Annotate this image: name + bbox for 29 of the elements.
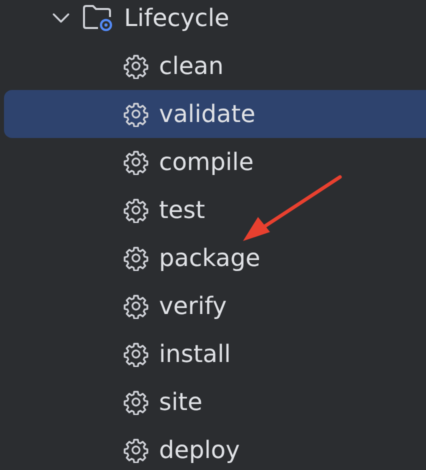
tree-item[interactable]: clean: [4, 42, 426, 90]
tree-item-label: site: [159, 388, 202, 416]
gear-icon: [123, 197, 149, 223]
gear-icon: [123, 149, 149, 175]
tree-item[interactable]: verify: [4, 282, 426, 330]
tree-item-label: clean: [159, 52, 224, 80]
gear-icon: [123, 53, 149, 79]
tree-item[interactable]: site: [4, 378, 426, 426]
folder-icon: [82, 3, 114, 33]
gear-icon: [123, 341, 149, 367]
tree-item-label: validate: [159, 100, 256, 128]
gear-icon: [123, 293, 149, 319]
tree-item-label[interactable]: Lifecycle: [124, 4, 230, 32]
tree-item-label: install: [159, 340, 231, 368]
gear-icon: [123, 389, 149, 415]
tree-item[interactable]: package: [4, 234, 426, 282]
tree-item[interactable]: install: [4, 330, 426, 378]
tree-item[interactable]: deploy: [4, 426, 426, 470]
gear-icon: [123, 245, 149, 271]
tree-item-label: compile: [159, 148, 254, 176]
tree-item[interactable]: test: [4, 186, 426, 234]
tree-item-label: test: [159, 196, 206, 224]
gear-icon: [123, 437, 149, 463]
tree-item-label: deploy: [159, 436, 240, 464]
tree-item[interactable]: validate: [4, 90, 426, 138]
tree-item[interactable]: compile: [4, 138, 426, 186]
tree-item-label: verify: [159, 292, 227, 320]
tree-item-label: package: [159, 244, 260, 272]
gear-icon: [123, 101, 149, 127]
